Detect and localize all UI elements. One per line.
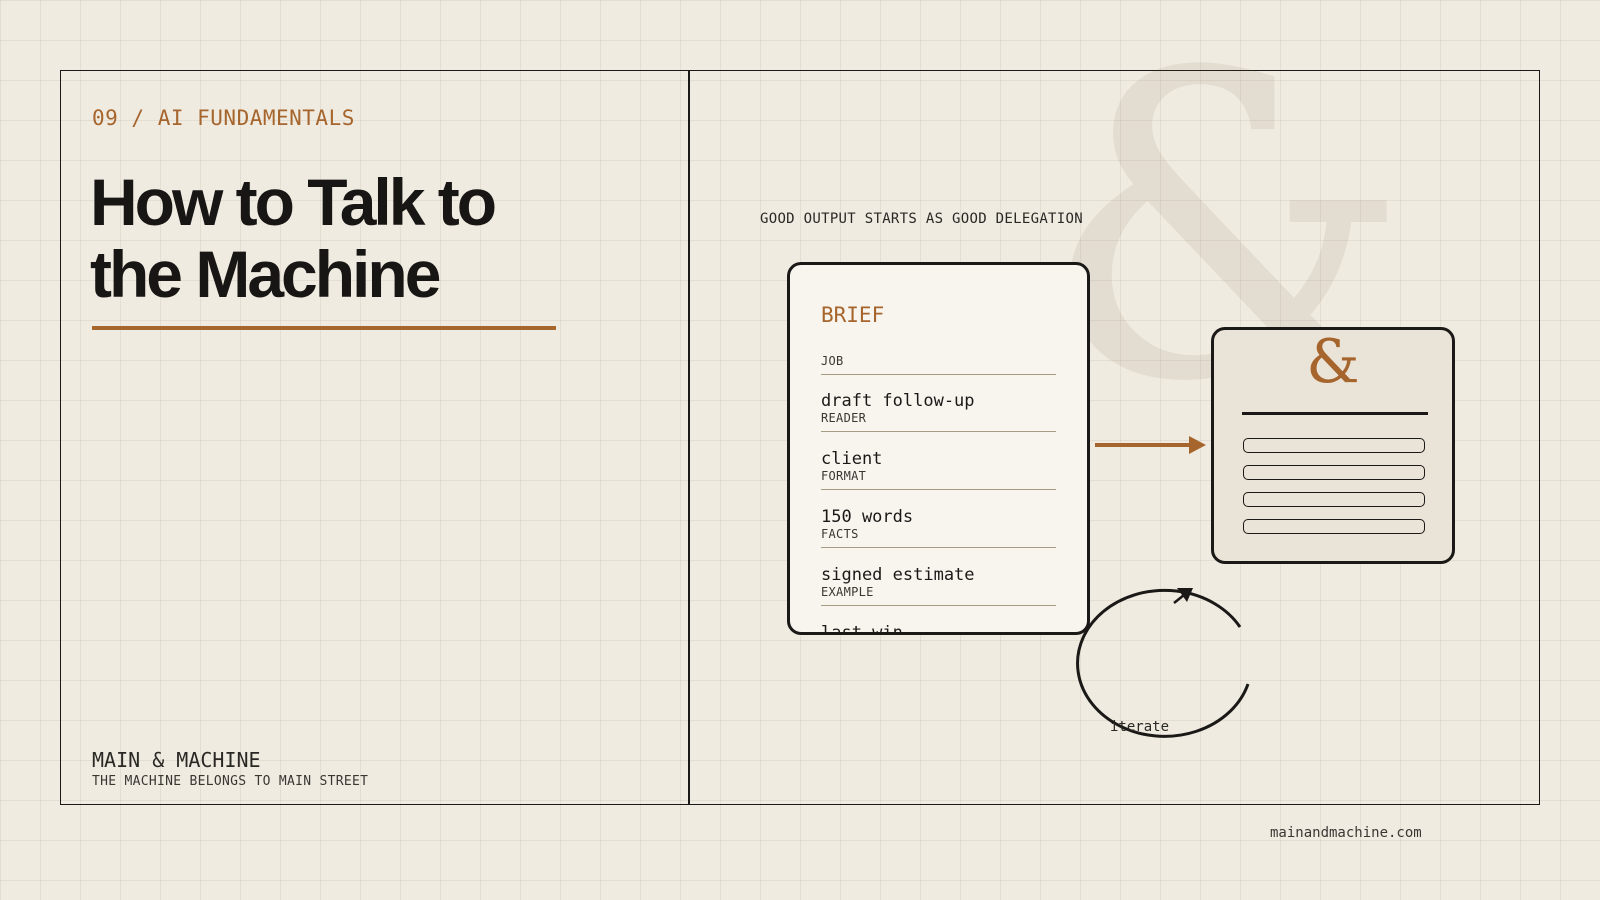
field-label: EXAMPLE xyxy=(821,585,874,599)
field-label: FORMAT xyxy=(821,469,867,483)
iterate-loop-icon xyxy=(1076,588,1250,738)
field-value: last win xyxy=(821,623,903,635)
field-label: READER xyxy=(821,411,867,425)
brief-field-reader: draft follow-up READER xyxy=(821,391,1056,432)
field-value: client xyxy=(821,449,883,469)
field-divider xyxy=(821,489,1056,490)
field-value: draft follow-up xyxy=(821,391,975,411)
arrow-to-output xyxy=(1095,436,1206,454)
iterate-label: iterate xyxy=(1110,719,1170,735)
field-value: signed estimate xyxy=(821,565,975,585)
brief-field-example-value: last win xyxy=(821,623,1056,635)
output-text-line xyxy=(1243,492,1425,507)
output-heading-rule xyxy=(1242,412,1428,415)
brief-title: BRIEF xyxy=(821,303,885,327)
ampersand-icon: & xyxy=(1306,327,1360,397)
field-divider xyxy=(821,605,1056,606)
output-text-line xyxy=(1243,519,1425,534)
output-card: & xyxy=(1211,327,1455,564)
field-value: 150 words xyxy=(821,507,914,527)
brief-field-job: JOB xyxy=(821,354,1056,375)
brief-field-facts: 150 words FACTS xyxy=(821,507,1056,548)
field-label: JOB xyxy=(821,354,844,368)
brief-card: BRIEF JOB draft follow-up READER client … xyxy=(787,262,1090,635)
field-divider xyxy=(821,431,1056,432)
field-label: FACTS xyxy=(821,527,859,541)
output-text-line xyxy=(1243,465,1425,480)
brief-field-format: client FORMAT xyxy=(821,449,1056,490)
output-text-line xyxy=(1243,438,1425,453)
brief-field-example: signed estimate EXAMPLE xyxy=(821,565,1056,606)
field-divider xyxy=(821,374,1056,375)
field-divider xyxy=(821,547,1056,548)
